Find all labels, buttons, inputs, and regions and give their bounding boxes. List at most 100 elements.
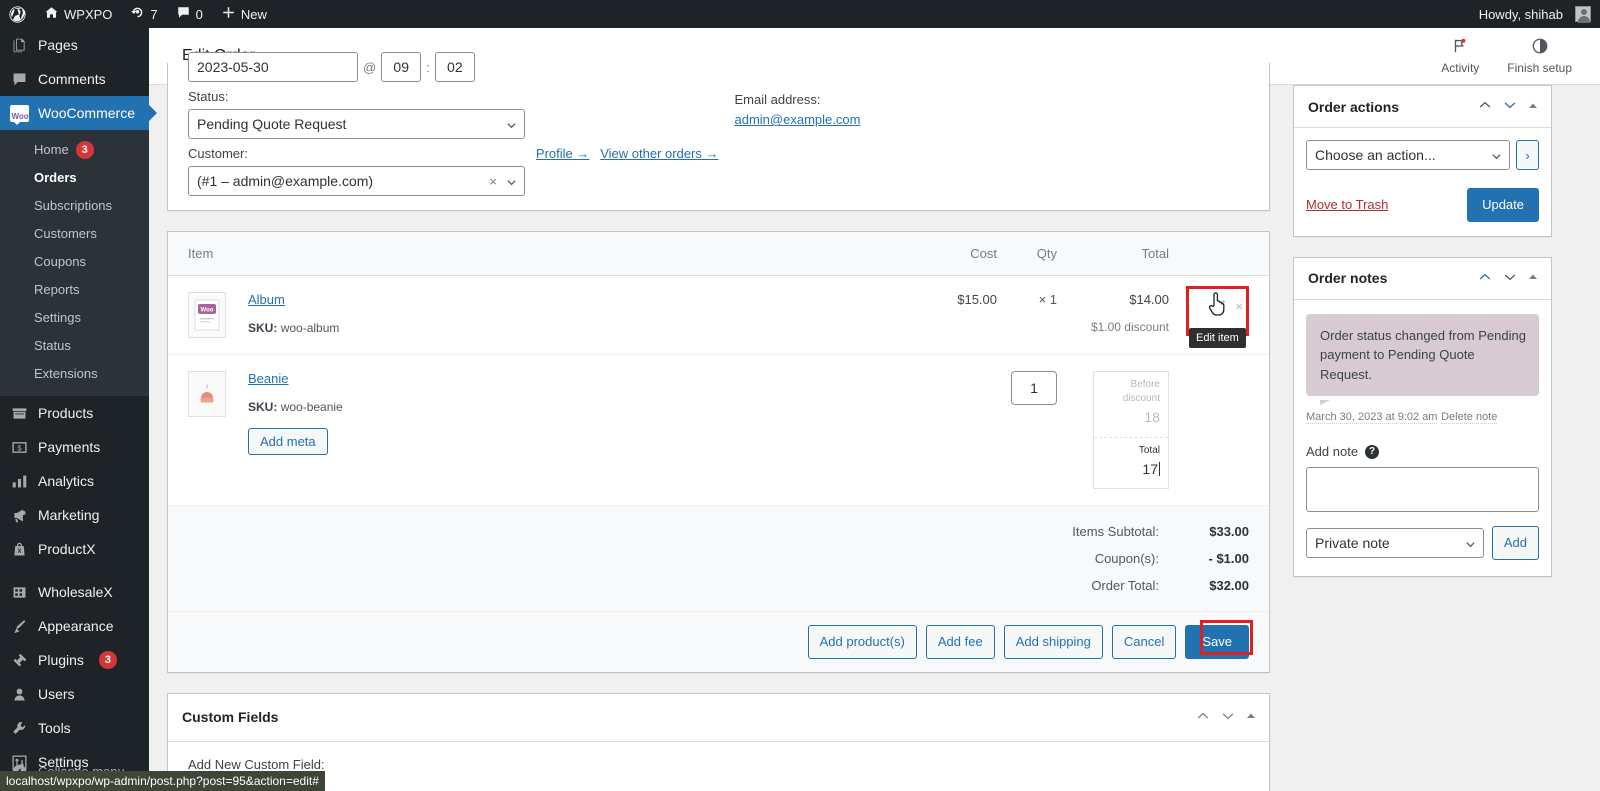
order-status-select[interactable]: Pending Quote Request [188,109,525,140]
totals-row: Order Total: $32.00 [188,578,1249,593]
order-hour-input[interactable] [381,52,422,82]
users-icon [9,684,29,704]
quantity-stepper[interactable] [1011,371,1057,406]
site-name-menu[interactable]: WPXPO [35,0,121,28]
toggle-panel-icon[interactable] [1527,270,1539,286]
sidebar-item-plugins[interactable]: Plugins 3 [0,643,149,677]
primary-column: @ : Status: Pending Quote Request [149,52,1270,791]
sidebar-item-settings-woo[interactable]: Settings [0,304,149,332]
profile-link[interactable]: Profile → [536,146,589,161]
plugins-icon [9,650,29,670]
add-products-button[interactable]: Add product(s) [807,625,917,659]
sidebar-item-comments[interactable]: Comments [0,62,149,96]
move-up-icon[interactable] [1477,269,1493,288]
sidebar-item-subscriptions[interactable]: Subscriptions [0,192,149,220]
add-meta-button[interactable]: Add meta [248,428,328,456]
table-row[interactable]: Woo Album SKU: woo-album $15.00 × 1 $14.… [168,276,1269,356]
tools-icon [9,718,29,738]
note-type-select[interactable]: Private note [1306,527,1484,558]
customer-select[interactable]: (#1 – admin@example.com) [188,166,525,197]
toggle-panel-icon[interactable] [1245,709,1257,725]
product-link-album[interactable]: Album [248,292,285,307]
sidebar-item-products[interactable]: Products [0,396,149,430]
avatar [1575,6,1591,23]
update-button[interactable]: Update [1467,188,1539,222]
account-menu[interactable]: Howdy, shihab [1470,0,1600,28]
sidebar-item-home[interactable]: Home 3 [0,136,149,164]
customer-links: Profile → View other orders → [536,145,719,163]
move-down-icon[interactable] [1220,708,1236,727]
add-shipping-button[interactable]: Add shipping [1003,625,1103,659]
add-fee-button[interactable]: Add fee [925,625,995,659]
sidebar-item-reports[interactable]: Reports [0,276,149,304]
sidebar-item-woocommerce[interactable]: Woo WooCommerce [0,96,157,130]
move-up-icon[interactable] [1477,97,1493,116]
customer-label-row: Customer: Profile → View other orders → [188,145,719,163]
payments-icon: $ [9,437,29,457]
time-colon: : [426,59,430,75]
sidebar-item-extensions[interactable]: Extensions [0,360,149,388]
save-button[interactable]: Save [1185,625,1249,659]
order-note-date: March 30, 2023 at 9:02 am [1306,411,1438,424]
item-discount: $1.00 discount [1090,320,1169,335]
home-badge: 3 [75,141,94,159]
order-minute-input[interactable] [434,52,475,82]
activity-button[interactable]: Activity [1427,31,1493,81]
finish-setup-button[interactable]: Finish setup [1493,31,1586,81]
before-discount-cell[interactable]: Before discount 18 [1094,372,1168,436]
sidebar-item-payments[interactable]: $ Payments [0,430,149,464]
new-content-menu[interactable]: New [212,0,276,28]
sidebar-item-wholesalex[interactable]: WholesaleX [0,575,149,609]
wordpress-logo-icon[interactable] [0,0,35,28]
apply-action-button[interactable]: › [1516,140,1539,170]
sidebar-item-appearance[interactable]: Appearance [0,609,149,643]
sidebar-item-analytics[interactable]: Analytics [0,464,149,498]
order-data-body: @ : Status: Pending Quote Request [168,52,1269,210]
product-sku: SKU: woo-beanie [248,400,905,414]
submenu-label-subscriptions: Subscriptions [34,198,113,213]
order-action-select[interactable]: Choose an action... [1306,140,1510,170]
move-down-icon[interactable] [1502,97,1518,116]
x-icon[interactable]: × [1235,299,1243,314]
woocommerce-submenu: Home 3 Orders Subscriptions Customers Co… [0,130,149,396]
products-icon [9,403,29,423]
menu-separator [0,566,149,575]
move-to-trash-link[interactable]: Move to Trash [1306,197,1388,212]
totals-row: Items Subtotal: $33.00 [188,524,1249,539]
product-thumbnail [188,371,226,418]
sidebar-item-tools[interactable]: Tools [0,711,149,745]
toggle-panel-icon[interactable] [1527,99,1539,115]
move-down-icon[interactable] [1502,269,1518,288]
sidebar-item-coupons[interactable]: Coupons [0,248,149,276]
view-other-orders-link[interactable]: View other orders → [600,146,718,161]
sidebar-item-pages[interactable]: Pages [0,28,149,62]
total-cell[interactable]: Total 17 [1094,436,1168,488]
product-thumbnail: Woo [188,292,226,339]
sidebar-item-customers[interactable]: Customers [0,220,149,248]
sidebar-item-orders[interactable]: Orders [0,164,149,192]
help-icon[interactable]: ? [1365,444,1380,459]
add-note-textarea[interactable] [1306,467,1539,512]
move-up-icon[interactable] [1195,708,1211,727]
delete-note-link[interactable]: Delete note [1441,411,1498,424]
email-link[interactable]: admin@example.com [735,112,1250,127]
order-date-input[interactable] [188,52,358,82]
add-note-button[interactable]: Add [1491,526,1539,560]
sidebar-label-marketing: Marketing [38,507,100,523]
clear-customer-icon[interactable]: × [489,174,497,189]
product-link-beanie[interactable]: Beanie [248,371,288,386]
add-note-footer: Private note Add [1306,526,1539,560]
cancel-button[interactable]: Cancel [1111,625,1177,659]
comments-menu[interactable]: 0 [167,0,212,28]
updates-menu[interactable]: 7 [121,0,166,28]
item-details: Beanie SKU: woo-beanie Add meta [248,371,905,456]
sidebar-item-productx[interactable]: X ProductX [0,532,149,566]
table-row[interactable]: Beanie SKU: woo-beanie Add meta 1 Before… [168,355,1269,507]
pencil-icon[interactable] [1213,298,1227,315]
sidebar-item-status[interactable]: Status [0,332,149,360]
custom-fields-title: Custom Fields [182,709,279,726]
order-status-select-wrap: Pending Quote Request [188,109,525,140]
sidebar-item-users[interactable]: Users [0,677,149,711]
sidebar-item-marketing[interactable]: Marketing [0,498,149,532]
order-notes-title: Order notes [1308,270,1388,286]
